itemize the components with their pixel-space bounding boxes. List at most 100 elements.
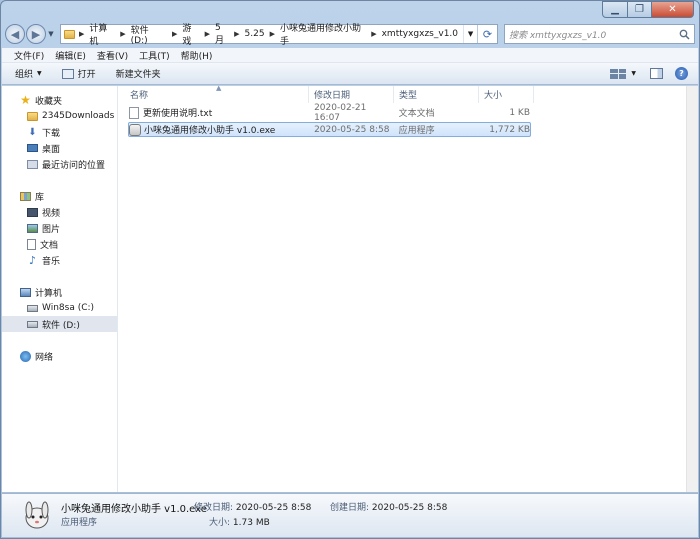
breadcrumb-drive-d[interactable]: 软件 (D:) [126, 25, 172, 46]
document-icon [27, 238, 36, 250]
breadcrumb-games[interactable]: 游戏 [177, 24, 204, 47]
folder-icon [27, 111, 38, 121]
recent-places-icon [27, 159, 38, 169]
change-view-icon[interactable] [610, 68, 627, 79]
new-folder-label: 新建文件夹 [115, 70, 161, 80]
picture-icon [27, 223, 38, 233]
file-list: ▲ 名称 修改日期 类型 大小 更新使用说明.txt 2020-02-21 16… [119, 84, 686, 492]
nav-item-documents[interactable]: 文档 [2, 236, 117, 252]
nav-item-videos[interactable]: 视频 [2, 204, 117, 220]
preview-pane-icon[interactable] [650, 68, 663, 79]
detail-size: 大小: 1.73 MB [209, 515, 270, 528]
address-history-dropdown[interactable]: ▼ [463, 25, 477, 43]
help-icon[interactable]: ? [675, 67, 688, 80]
nav-item-pictures[interactable]: 图片 [2, 220, 117, 236]
nav-libraries[interactable]: 库 [2, 188, 117, 204]
nav-group-favorites: ★ 收藏夹 2345Downloads ⬇ 下载 桌面 最近访问的位置 [2, 92, 117, 172]
file-row[interactable]: 更新使用说明.txt 2020-02-21 16:07 文本文档 1 KB [128, 102, 531, 123]
open-label: 打开 [77, 70, 96, 80]
nav-computer[interactable]: 计算机 [2, 284, 117, 300]
search-input[interactable]: 搜索 xmttyxgxzs_v1.0 [504, 24, 695, 44]
menu-file[interactable]: 文件(F) [10, 49, 48, 62]
nav-item-downloads[interactable]: ⬇ 下载 [2, 124, 117, 140]
address-bar[interactable]: ▶ 计算机 ▶ 软件 (D:) ▶ 游戏 ▶ 5月 ▶ 5.25 ▶ 小咪兔通用… [60, 23, 498, 47]
menu-help[interactable]: 帮助(H) [177, 49, 217, 62]
recent-pages-dropdown[interactable]: ▼ [46, 30, 56, 38]
chevron-down-icon: ▼ [37, 70, 42, 77]
search-icon[interactable] [674, 29, 694, 40]
application-icon [129, 123, 141, 136]
breadcrumb-may[interactable]: 5月 [210, 23, 234, 46]
nav-item-drive-d[interactable]: 软件 (D:) [2, 316, 117, 332]
nav-item-label: 软件 (D:) [42, 320, 80, 331]
navigation-pane: ★ 收藏夹 2345Downloads ⬇ 下载 桌面 最近访问的位置 库 视频… [2, 86, 118, 492]
column-header-name[interactable]: 名称 [119, 86, 309, 103]
file-type: 应用程序 [398, 126, 435, 136]
file-name: 小咪兔通用修改小助手 v1.0.exe [144, 126, 276, 136]
download-icon: ⬇ [28, 126, 37, 138]
detail-created-label: 创建日期: [330, 503, 370, 513]
minimize-button[interactable]: ▁ [602, 1, 628, 18]
refresh-icon[interactable]: ⟳ [477, 25, 497, 43]
organize-label: 组织 [15, 70, 34, 80]
nav-item-label: 最近访问的位置 [42, 160, 106, 171]
detail-modified-label: 修改日期: [194, 503, 234, 513]
breadcrumb-app-folder[interactable]: 小咪兔通用修改小助手 [275, 24, 371, 47]
nav-favorites[interactable]: ★ 收藏夹 [2, 92, 117, 108]
nav-favorites-label: 收藏夹 [35, 96, 63, 107]
new-folder-button[interactable]: 新建文件夹 [116, 63, 161, 84]
close-button[interactable]: ✕ [652, 1, 694, 18]
nav-item-2345downloads[interactable]: 2345Downloads [2, 108, 117, 124]
nav-item-drive-c[interactable]: Win8sa (C:) [2, 300, 117, 316]
file-name: 更新使用说明.txt [143, 109, 213, 119]
menu-view[interactable]: 查看(V) [93, 49, 132, 62]
organize-button[interactable]: 组织 ▼ [15, 63, 42, 84]
breadcrumb-5-25[interactable]: 5.25 [240, 25, 270, 43]
maximize-button[interactable]: ❐ [628, 1, 652, 18]
nav-item-recent[interactable]: 最近访问的位置 [2, 156, 117, 172]
vertical-scrollbar[interactable] [686, 86, 698, 492]
library-icon [20, 191, 31, 201]
open-icon [61, 68, 74, 79]
nav-item-label: 桌面 [42, 144, 61, 155]
desktop-icon [27, 144, 38, 152]
file-type: 文本文档 [398, 109, 435, 119]
breadcrumb-computer[interactable]: 计算机 [84, 24, 120, 47]
file-date: 2020-02-21 16:07 [314, 102, 367, 123]
caption-buttons: ▁ ❐ ✕ [602, 1, 694, 18]
file-row-selected[interactable]: 小咪兔通用修改小助手 v1.0.exe 2020-05-25 8:58 应用程序… [128, 122, 531, 137]
nav-item-desktop[interactable]: 桌面 [2, 140, 117, 156]
view-options-dropdown[interactable]: ▼ [631, 70, 636, 77]
nav-item-label: Win8sa (C:) [42, 303, 95, 313]
folder-icon [64, 29, 75, 39]
nav-group-computer: 计算机 Win8sa (C:) 软件 (D:) [2, 284, 117, 332]
nav-item-label: 文档 [40, 240, 59, 251]
menu-tools[interactable]: 工具(T) [135, 49, 174, 62]
nav-item-label: 2345Downloads [42, 111, 115, 121]
address-row: ◀ ▶ ▼ ▶ 计算机 ▶ 软件 (D:) ▶ 游戏 ▶ 5月 ▶ 5.25 ▶… [5, 21, 695, 47]
nav-item-music[interactable]: ♪ 音乐 [2, 252, 117, 268]
search-placeholder: 搜索 xmttyxgxzs_v1.0 [509, 30, 607, 41]
text-file-icon [129, 106, 139, 119]
drive-icon [27, 320, 38, 328]
detail-file-type: 应用程序 [61, 518, 98, 528]
nav-computer-label: 计算机 [35, 288, 63, 299]
explorer-window: ▁ ❐ ✕ ◀ ▶ ▼ ▶ 计算机 ▶ 软件 (D:) ▶ 游戏 ▶ 5月 ▶ … [0, 0, 700, 539]
breadcrumb-current[interactable]: xmttyxgxzs_v1.0 [377, 25, 463, 43]
file-size: 1 KB [509, 107, 530, 118]
nav-network[interactable]: 网络 [2, 348, 117, 364]
open-button[interactable]: 打开 [61, 63, 96, 84]
detail-file-name: 小咪兔通用修改小助手 v1.0.exe [61, 504, 207, 515]
column-headers: 名称 修改日期 类型 大小 [119, 86, 686, 103]
column-header-type[interactable]: 类型 [394, 86, 479, 103]
file-size: 1,772 KB [489, 124, 530, 135]
detail-modified: 修改日期: 2020-05-25 8:58 [194, 500, 311, 513]
detail-modified-value: 2020-05-25 8:58 [235, 503, 312, 513]
column-header-size[interactable]: 大小 [479, 86, 534, 103]
menu-edit[interactable]: 编辑(E) [51, 49, 90, 62]
nav-group-network: 网络 [2, 348, 117, 364]
back-button[interactable]: ◀ [5, 24, 25, 44]
forward-button[interactable]: ▶ [26, 24, 46, 44]
nav-item-label: 下载 [42, 128, 61, 139]
column-header-date[interactable]: 修改日期 [309, 86, 394, 103]
